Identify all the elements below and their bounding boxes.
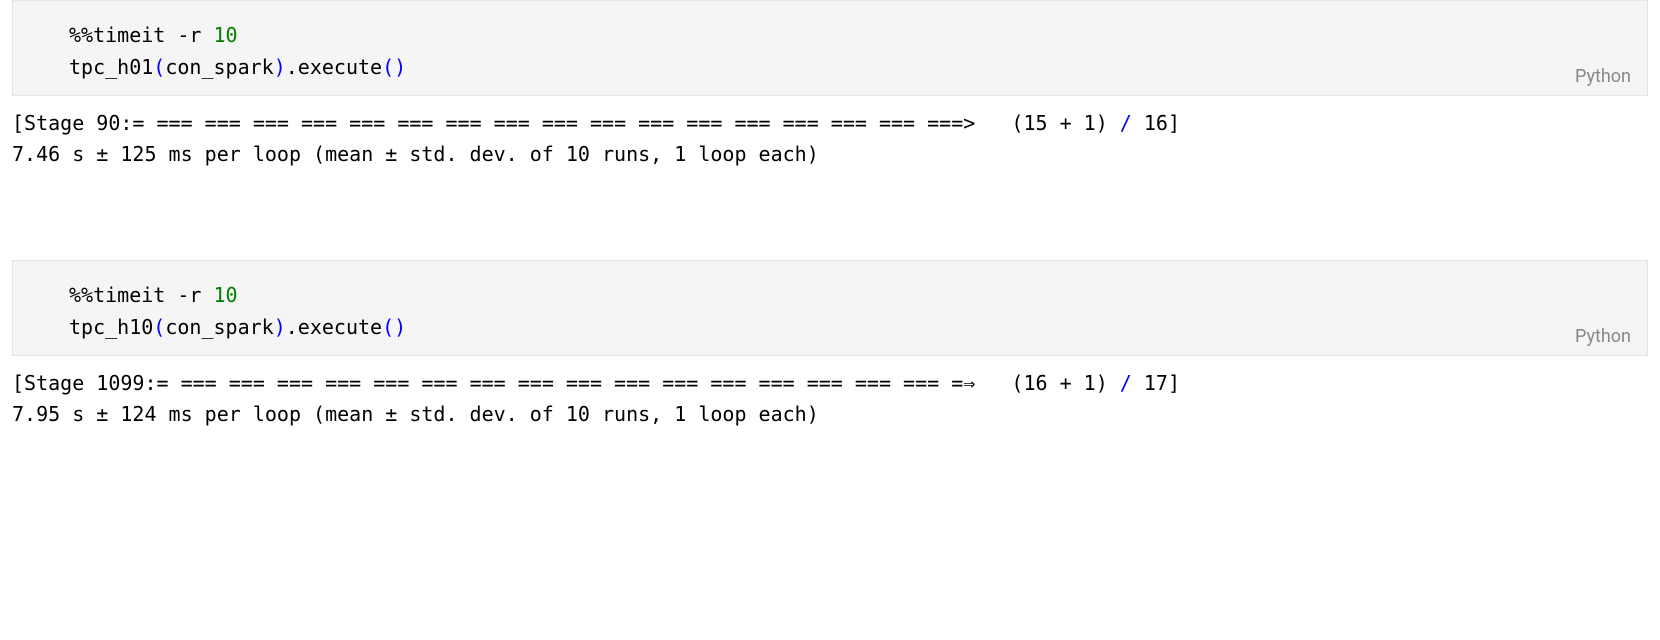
slash: / xyxy=(1120,371,1132,395)
paren-close: ) xyxy=(274,55,286,79)
code-cell: %%timeit -r 10 tpc_h01(con_spark).execut… xyxy=(12,0,1648,96)
magic-command: %%timeit -r xyxy=(69,23,214,47)
function-name: tpc_h01 xyxy=(69,55,153,79)
argument: con_spark xyxy=(165,315,273,339)
method-name: .execute xyxy=(286,315,382,339)
paren-open: ( xyxy=(382,55,394,79)
progress-bar: = === === === === === === === === === ==… xyxy=(157,371,976,395)
code-block: %%timeit -r 10 tpc_h10(con_spark).execut… xyxy=(13,261,1647,355)
progress-bar: = === === === === === === === === === ==… xyxy=(132,111,975,135)
number-literal: 10 xyxy=(214,23,238,47)
language-label: Python xyxy=(1575,326,1631,347)
language-label: Python xyxy=(1575,66,1631,87)
progress-total: 16] xyxy=(1132,111,1180,135)
progress-suffix: (16 + 1) xyxy=(975,371,1120,395)
spacer xyxy=(0,170,1660,260)
argument: con_spark xyxy=(165,55,273,79)
function-name: tpc_h10 xyxy=(69,315,153,339)
paren-close: ) xyxy=(394,315,406,339)
magic-command: %%timeit -r xyxy=(69,283,214,307)
method-name: .execute xyxy=(286,55,382,79)
output-block: [Stage 1099:= === === === === === === ==… xyxy=(0,356,1660,430)
code-cell: %%timeit -r 10 tpc_h10(con_spark).execut… xyxy=(12,260,1648,356)
number-literal: 10 xyxy=(214,283,238,307)
progress-total: 17] xyxy=(1132,371,1180,395)
paren-open: ( xyxy=(153,55,165,79)
output-block: [Stage 90:= === === === === === === === … xyxy=(0,96,1660,170)
stage-prefix: [Stage 90: xyxy=(12,111,132,135)
slash: / xyxy=(1120,111,1132,135)
paren-open: ( xyxy=(153,315,165,339)
stage-prefix: [Stage 1099: xyxy=(12,371,157,395)
progress-suffix: (15 + 1) xyxy=(975,111,1120,135)
code-block: %%timeit -r 10 tpc_h01(con_spark).execut… xyxy=(13,1,1647,95)
timing-result: 7.46 s ± 125 ms per loop (mean ± std. de… xyxy=(12,142,819,166)
paren-open: ( xyxy=(382,315,394,339)
paren-close: ) xyxy=(274,315,286,339)
paren-close: ) xyxy=(394,55,406,79)
timing-result: 7.95 s ± 124 ms per loop (mean ± std. de… xyxy=(12,402,819,426)
